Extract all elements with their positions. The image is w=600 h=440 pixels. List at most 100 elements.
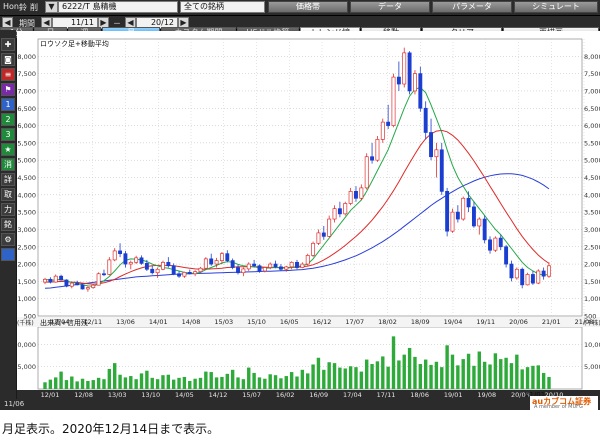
price-x-tick-label: 16/05: [280, 318, 299, 326]
trade-button[interactable]: 力: [1, 203, 15, 216]
volume-bar: [118, 374, 122, 389]
volume-bar: [397, 360, 401, 389]
volume-x-tick-label: 12/08: [74, 391, 93, 399]
candle-down: [139, 257, 144, 264]
price-chart-title: ロウソク足+移動平均: [40, 39, 109, 48]
price-tick-label-left: 7,000: [17, 87, 36, 95]
candle-down: [118, 250, 123, 255]
candle-up: [53, 275, 58, 283]
price-x-tick-label: 14/08: [182, 318, 201, 326]
trading-window: Hon 鈴 削 ▼ 6222/T 島精機 全ての銘柄 価格帯 データ パラメータ…: [0, 0, 600, 410]
volume-bar: [402, 354, 406, 389]
volume-x-tick-label: 16/02: [276, 391, 295, 399]
preset-3-button[interactable]: ★: [1, 143, 15, 156]
volume-bar: [70, 376, 74, 389]
candle-up: [493, 237, 498, 251]
price-tick-label-right: 3,000: [584, 226, 600, 234]
crosshair-icon[interactable]: ✚: [1, 38, 15, 51]
candle-down: [48, 278, 53, 283]
candle-down: [171, 265, 176, 275]
candle-down: [418, 73, 423, 109]
volume-x-tick-label: 13/10: [141, 391, 160, 399]
stock-dropdown-button[interactable]: ▼: [45, 1, 58, 13]
volume-bar: [429, 364, 433, 389]
volume-unit-right: (千株): [584, 319, 600, 327]
camera-icon[interactable]: ◙: [1, 53, 15, 66]
volume-bar: [423, 359, 428, 389]
candle-up: [193, 271, 198, 275]
candle-up: [107, 259, 112, 275]
volume-bar: [113, 363, 117, 389]
volume-bar: [91, 380, 95, 389]
candle-down: [59, 275, 64, 281]
volume-bar: [268, 374, 272, 389]
volume-bar: [220, 376, 224, 389]
candle-up: [305, 255, 310, 265]
volume-bar: [381, 356, 385, 389]
volume-bar: [332, 363, 337, 389]
volume-bar: [247, 367, 251, 389]
flag-icon[interactable]: 1: [1, 98, 15, 111]
left-tool-sidebar: ✚ ◙ ≡ ⚑ 1 2 3 ★ 消 詳 取 力 銘 ⚙: [0, 30, 16, 410]
volume-x-tick-label: 14/12: [209, 391, 228, 399]
input-button[interactable]: 銘: [1, 218, 15, 231]
volume-bar: [284, 376, 288, 389]
chart-area[interactable]: 1,000 1,000 1,500 1,500 2,000 2,000 2,500 2,500…: [13, 31, 600, 410]
candle-down: [64, 279, 69, 287]
tab-parameters[interactable]: パラメータ: [432, 1, 512, 13]
price-tick-label-left: 2,500: [17, 243, 36, 251]
price-x-tick-label: 18/09: [411, 318, 430, 326]
price-x-tick-label: 16/12: [313, 318, 332, 326]
candle-down: [509, 263, 514, 279]
volume-bar: [531, 365, 535, 389]
volume-bar: [123, 377, 128, 389]
volume-bar: [80, 378, 85, 389]
price-tick-label-left: 1,000: [17, 295, 36, 303]
chart-svg[interactable]: 1,000 1,000 1,500 1,500 2,000 2,000 2,500 2,500…: [13, 31, 600, 410]
price-tick-label-left: 5,000: [17, 157, 36, 165]
menu-item-3[interactable]: 削: [30, 2, 38, 13]
indicator-icon[interactable]: ⚑: [1, 83, 15, 96]
settings-gear-icon[interactable]: [1, 248, 15, 261]
price-x-tick-label: 17/07: [345, 318, 364, 326]
menu-hon[interactable]: Hon: [3, 2, 19, 11]
tab-data[interactable]: データ: [350, 1, 430, 13]
market-filter-select[interactable]: 全ての銘柄: [180, 1, 265, 13]
candle-down: [236, 267, 240, 274]
volume-bar: [386, 366, 390, 389]
volume-bar: [166, 374, 171, 389]
candle-up: [450, 211, 455, 232]
menu-item-2[interactable]: 鈴: [19, 2, 27, 13]
candle-up: [300, 263, 305, 268]
candle-up: [316, 232, 321, 244]
symbol-button[interactable]: ⚙: [1, 233, 15, 246]
candle-down: [75, 282, 80, 286]
detail-button[interactable]: 取: [1, 188, 15, 201]
volume-x-tick-label: 17/04: [343, 391, 362, 399]
price-tick-label-left: 4,000: [17, 191, 36, 199]
volume-bar: [129, 376, 133, 389]
erase-button[interactable]: 詳: [1, 173, 15, 186]
volume-x-tick-label: 16/09: [309, 391, 328, 399]
volume-bar: [236, 377, 240, 389]
tab-price-range[interactable]: 価格帯: [268, 1, 348, 13]
volume-bar: [504, 357, 508, 389]
tab-simulate[interactable]: シミュレート: [514, 1, 598, 13]
volume-bar: [338, 367, 342, 389]
preset-2-button[interactable]: 3: [1, 128, 15, 141]
price-tick-label-left: 8,000: [17, 53, 36, 61]
volume-bar: [204, 371, 208, 389]
candle-up: [311, 242, 316, 256]
volume-bar: [145, 370, 149, 389]
volume-bar: [289, 372, 294, 389]
title-toolbar: Hon 鈴 削 ▼ 6222/T 島精機 全ての銘柄 価格帯 データ パラメータ…: [0, 0, 600, 16]
star-icon[interactable]: 消: [1, 158, 15, 171]
volume-bar: [279, 378, 283, 389]
stock-code-input[interactable]: 6222/T 島精機: [58, 1, 178, 13]
preset-1-button[interactable]: 2: [1, 113, 15, 126]
volume-bar: [263, 378, 267, 389]
price-tick-label-right: 2,000: [584, 261, 600, 269]
volume-bar: [520, 369, 524, 389]
volume-bar: [306, 373, 310, 389]
candlestick-icon[interactable]: ≡: [1, 68, 15, 81]
